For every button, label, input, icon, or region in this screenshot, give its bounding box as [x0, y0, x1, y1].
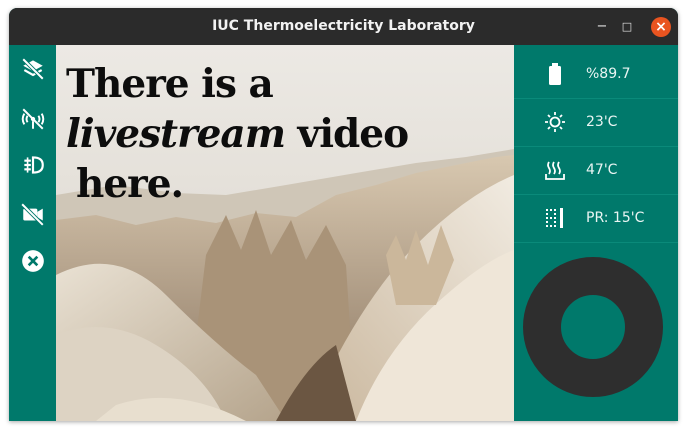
- overlay-line-2: livestream video: [66, 109, 486, 159]
- title-bar: IUC Thermoelectricity Laboratory − □ ×: [9, 8, 678, 45]
- heater-temperature-reading: 47'C: [514, 147, 678, 195]
- dotted-grid-icon: [544, 206, 566, 230]
- pr-temperature-reading: PR: 15'C: [514, 195, 678, 243]
- heat-icon: [544, 158, 566, 182]
- layers-off-button[interactable]: [20, 56, 46, 82]
- pr-temperature-value: PR: 15'C: [586, 210, 645, 226]
- minimize-button[interactable]: −: [592, 17, 612, 37]
- app-window: IUC Thermoelectricity Laboratory − □ × T…: [9, 8, 678, 421]
- close-circle-button[interactable]: [20, 248, 46, 274]
- signal-off-button[interactable]: [20, 106, 46, 132]
- ambient-temperature-reading: 23'C: [514, 99, 678, 147]
- battery-icon: [544, 62, 566, 86]
- status-panel: %89.7 23'C 47'C PR: 15'C: [514, 45, 678, 421]
- signal-off-icon: [21, 108, 45, 130]
- fog-light-icon: [24, 156, 44, 174]
- overlay-line-2-rest: video: [284, 111, 410, 157]
- maximize-button[interactable]: □: [617, 17, 637, 37]
- window-title: IUC Thermoelectricity Laboratory: [212, 18, 475, 34]
- close-circle-icon: [22, 250, 44, 272]
- livestream-video: There is a livestream video here.: [56, 45, 514, 421]
- overlay-emphasis: livestream: [66, 111, 286, 157]
- fog-light-button[interactable]: [20, 152, 46, 178]
- ambient-temperature-value: 23'C: [586, 114, 618, 130]
- camera-off-icon: [20, 202, 45, 227]
- livestream-placeholder-text: There is a livestream video here.: [66, 59, 486, 209]
- overlay-line-3: here.: [76, 161, 184, 207]
- overlay-line-1: There is a: [66, 61, 274, 107]
- camera-off-button[interactable]: [20, 201, 46, 227]
- sidebar: [9, 45, 56, 421]
- battery-value: %89.7: [586, 66, 631, 82]
- close-window-button[interactable]: ×: [651, 17, 671, 37]
- battery-reading: %89.7: [514, 51, 678, 99]
- donut-gauge: [523, 257, 663, 397]
- layers-off-icon: [21, 57, 45, 81]
- sun-icon: [544, 110, 566, 134]
- heater-temperature-value: 47'C: [586, 162, 618, 178]
